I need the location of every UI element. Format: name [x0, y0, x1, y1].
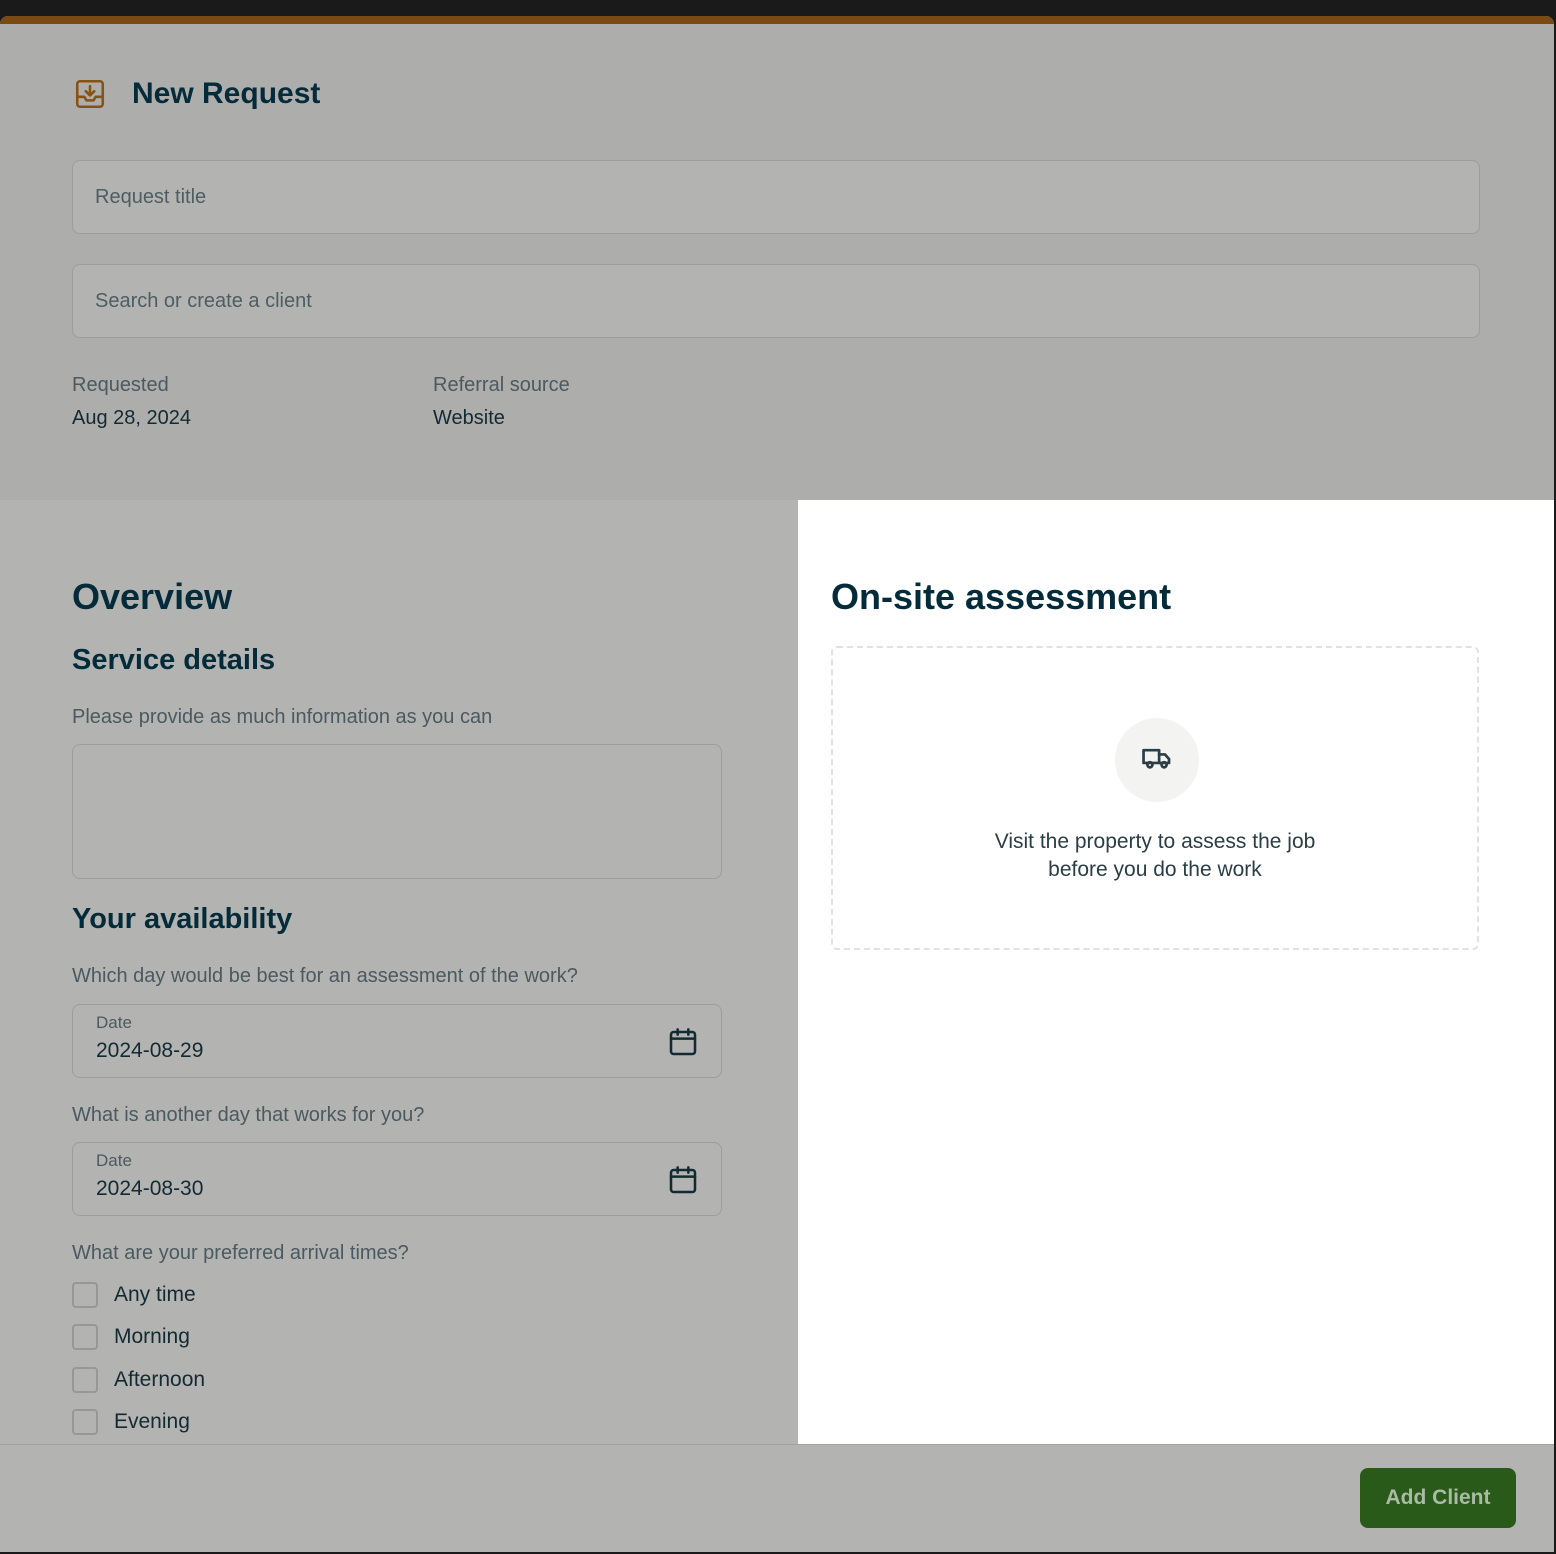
onsite-assessment-panel: On-site assessment Visit the property to… [798, 500, 1554, 1444]
overview-heading: Overview [72, 576, 233, 617]
inbox-download-icon [72, 76, 108, 112]
referral-label: Referral source [433, 374, 570, 396]
truck-icon-circle [1115, 718, 1199, 802]
client-search-input[interactable] [72, 264, 1480, 338]
checkbox-label: Evening [114, 1410, 190, 1433]
onsite-heading: On-site assessment [831, 576, 1172, 617]
service-details-heading: Service details [72, 644, 276, 676]
onsite-text-line1: Visit the property to assess the job [994, 830, 1316, 853]
service-details-helper: Please provide as much information as yo… [72, 706, 493, 728]
calendar-icon[interactable] [667, 1164, 699, 1196]
arrival-option-evening[interactable]: Evening [72, 1409, 190, 1435]
top-accent-bar [0, 16, 1554, 24]
request-title-input[interactable] [72, 160, 1480, 234]
onsite-description: Visit the property to assess the job bef… [833, 828, 1477, 884]
requested-value: Aug 28, 2024 [72, 407, 191, 429]
request-header: New Request Requested Aug 28, 2024 Refer… [0, 24, 1554, 500]
second-day-question: What is another day that works for you? [72, 1104, 425, 1126]
checkbox-label: Morning [114, 1325, 190, 1348]
referral-value: Website [433, 407, 505, 429]
checkbox[interactable] [72, 1324, 98, 1350]
truck-icon [1140, 741, 1174, 780]
availability-heading: Your availability [72, 903, 293, 935]
date-label: Date [96, 1151, 132, 1170]
arrival-option-morning[interactable]: Morning [72, 1324, 190, 1350]
first-day-question: Which day would be best for an assessmen… [72, 965, 578, 987]
first-date-field[interactable]: Date 2024-08-29 [72, 1004, 722, 1078]
second-date-field[interactable]: Date 2024-08-30 [72, 1142, 722, 1216]
footer-bar: Add Client [0, 1444, 1554, 1552]
requested-meta: Requested Aug 28, 2024 [72, 374, 191, 430]
onsite-assessment-placeholder[interactable]: Visit the property to assess the job bef… [831, 646, 1479, 950]
service-details-textarea[interactable] [72, 744, 722, 879]
request-form-page: New Request Requested Aug 28, 2024 Refer… [0, 16, 1554, 1552]
date-value: 2024-08-30 [96, 1177, 204, 1200]
date-value: 2024-08-29 [96, 1039, 204, 1062]
onsite-text-line2: before you do the work [1048, 858, 1262, 881]
arrival-option-any-time[interactable]: Any time [72, 1282, 196, 1308]
checkbox-label: Afternoon [114, 1368, 206, 1391]
referral-meta: Referral source Website [433, 374, 570, 430]
checkbox[interactable] [72, 1367, 98, 1393]
calendar-icon[interactable] [667, 1026, 699, 1058]
arrival-option-afternoon[interactable]: Afternoon [72, 1367, 205, 1393]
overview-panel: Overview Service details Please provide … [0, 500, 798, 1444]
checkbox[interactable] [72, 1282, 98, 1308]
requested-label: Requested [72, 374, 169, 396]
page-title: New Request [132, 77, 321, 110]
arrival-times-question: What are your preferred arrival times? [72, 1242, 409, 1264]
checkbox-label: Any time [114, 1283, 196, 1306]
title-row: New Request [72, 76, 320, 112]
checkbox[interactable] [72, 1409, 98, 1435]
date-label: Date [96, 1013, 132, 1032]
add-client-button[interactable]: Add Client [1360, 1468, 1516, 1528]
